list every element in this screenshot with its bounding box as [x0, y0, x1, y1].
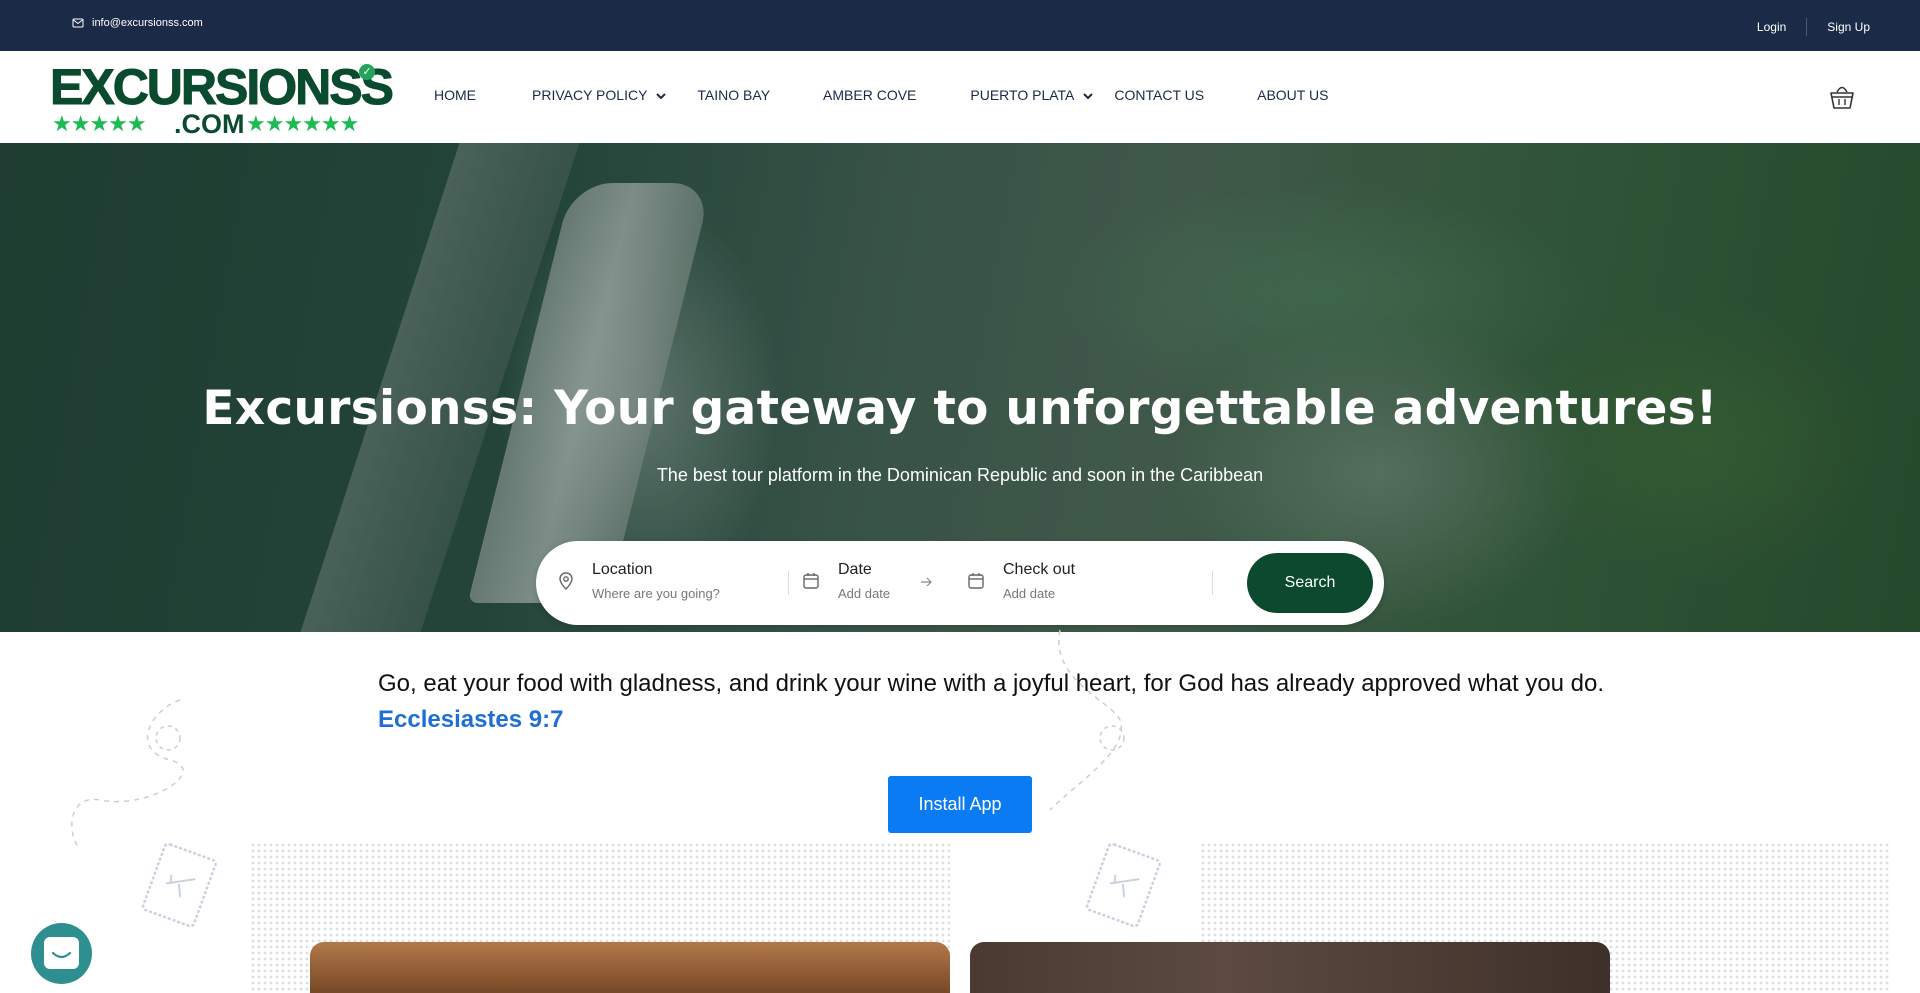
mail-icon [72, 18, 84, 28]
logo-stars-left: ★★★★★ [52, 111, 147, 136]
calendar-icon [968, 573, 984, 589]
chat-widget-button[interactable] [31, 923, 92, 984]
nav-label: HOME [434, 87, 476, 103]
nav-label: CONTACT US [1114, 87, 1205, 103]
search-bar: Location Where are you going? Date Add d… [536, 541, 1384, 625]
contact-email[interactable]: info@excursionss.com [72, 17, 203, 29]
checkout-field[interactable]: Check out Add date [1003, 561, 1075, 601]
location-field[interactable]: Location Where are you going? [592, 561, 720, 601]
nav-item-taino-bay[interactable]: TAINO BAY [697, 87, 770, 103]
nav-label: PUERTO PLATA [970, 87, 1075, 103]
auth-links: Login Sign Up [1757, 18, 1870, 36]
nav-label: ABOUT US [1257, 87, 1329, 103]
nav-item-privacy-policy[interactable]: PRIVACY POLICY [532, 87, 667, 103]
chevron-down-icon [656, 93, 667, 100]
signup-link[interactable]: Sign Up [1827, 20, 1870, 34]
chevron-down-icon [1083, 93, 1094, 100]
quote-reference[interactable]: Ecclesiastes 9:7 [378, 706, 1604, 734]
hero-subtitle: The best tour platform in the Dominican … [656, 465, 1264, 485]
map-pin-icon [559, 572, 573, 590]
basket-icon[interactable] [1828, 81, 1856, 111]
logo-wordmark: EXCURSIONSS [50, 59, 395, 115]
chat-widget-icon [44, 937, 79, 969]
nav-label: TAINO BAY [697, 87, 771, 103]
checkout-label: Check out [1003, 561, 1076, 578]
main-header: EXCURSIONSS ✓ ★★★★★ .COM ★★★★★★ HOME PRI… [0, 51, 1920, 143]
nav-item-amber-cove[interactable]: AMBER COVE [823, 87, 916, 103]
login-link[interactable]: Login [1757, 20, 1786, 34]
search-button[interactable]: Search [1247, 553, 1373, 613]
checkout-placeholder: Add date [1003, 586, 1056, 601]
main-nav: HOME PRIVACY POLICY TAINO BAY AMBER COVE… [434, 87, 1328, 103]
date-placeholder: Add date [838, 586, 891, 601]
auth-divider [1806, 18, 1808, 36]
nav-label: AMBER COVE [823, 87, 917, 103]
hero-title: Excursionss: Your gateway to unforgettab… [202, 381, 1718, 436]
location-label: Location [592, 561, 653, 578]
nav-item-contact-us[interactable]: CONTACT US [1114, 87, 1204, 103]
tour-card-image[interactable] [310, 942, 950, 993]
logo-dotcom: .COM [174, 109, 245, 139]
date-field[interactable]: Date Add date [838, 561, 890, 601]
bible-quote: Go, eat your food with gladness, and dri… [378, 670, 1604, 734]
top-bar: info@excursionss.com Login Sign Up [0, 0, 1920, 51]
nav-item-home[interactable]: HOME [434, 87, 476, 103]
travel-stamp-icon [141, 842, 217, 928]
search-divider [1212, 571, 1213, 595]
nav-item-about-us[interactable]: ABOUT US [1257, 87, 1328, 103]
email-text: info@excursionss.com [92, 17, 203, 29]
arrow-right-icon [921, 577, 932, 587]
nav-item-puerto-plata[interactable]: PUERTO PLATA [970, 87, 1094, 103]
verified-check-icon: ✓ [359, 64, 375, 80]
search-divider [788, 571, 789, 595]
nav-label: PRIVACY POLICY [532, 87, 648, 103]
travel-stamp-icon [1085, 842, 1161, 928]
quote-text: Go, eat your food with gladness, and dri… [378, 670, 1605, 697]
tour-card-image[interactable] [970, 942, 1610, 993]
dashed-path-decoration [71, 699, 184, 851]
location-placeholder: Where are you going? [592, 586, 720, 601]
site-logo[interactable]: EXCURSIONSS ✓ ★★★★★ .COM ★★★★★★ [50, 61, 395, 139]
calendar-icon [803, 573, 819, 589]
date-label: Date [838, 561, 872, 578]
install-app-button[interactable]: Install App [888, 776, 1032, 833]
logo-stars-right: ★★★★★★ [246, 111, 359, 136]
